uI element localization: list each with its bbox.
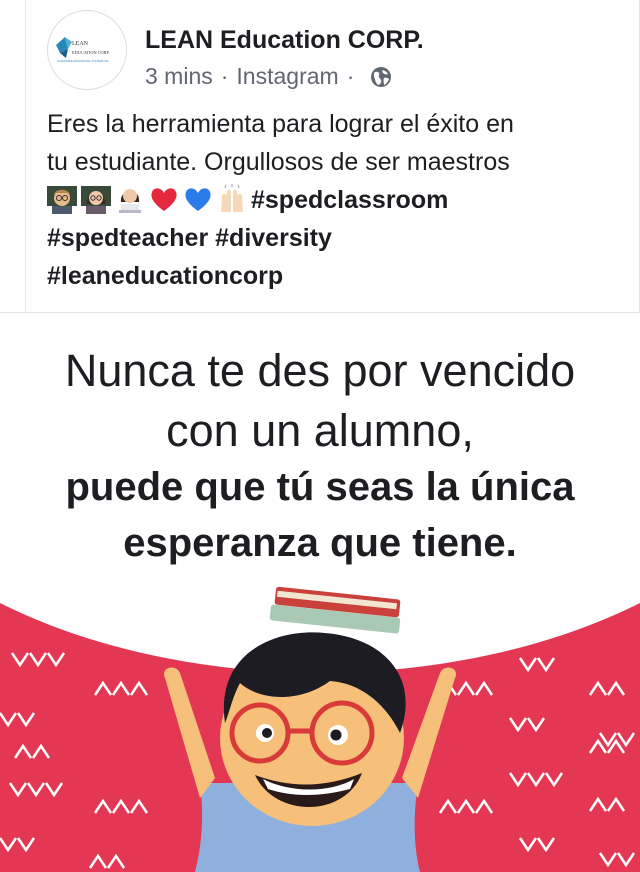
post-header: LEAN EDUCATION CORP ACCESSIBLE EDUCATION…	[47, 10, 627, 90]
post-text-line2: tu estudiante. Orgullosos de ser maestro…	[47, 148, 510, 176]
post-source: Instagram	[236, 63, 339, 89]
hashtag-leaneducationcorp[interactable]: #leaneducationcorp	[47, 262, 283, 290]
avatar-line2: EDUCATION CORP	[72, 50, 109, 55]
teacher-icon	[47, 186, 77, 214]
quote-line4: esperanza que tiene.	[123, 521, 517, 565]
feed-border-left	[25, 0, 26, 312]
woman-technologist-icon	[119, 189, 141, 213]
avatar[interactable]: LEAN EDUCATION CORP ACCESSIBLE EDUCATION…	[47, 10, 127, 90]
quote-line3: puede que tú seas la única	[65, 465, 575, 509]
post-text-line3: #spedclassroom	[47, 181, 607, 219]
raising-hands-icon	[221, 184, 243, 212]
quote-line1: Nunca te des por vencido	[64, 345, 576, 396]
meta-separator-2: ·	[346, 63, 355, 89]
post-text-line4: #spedteacher #diversity	[47, 219, 607, 257]
post-image[interactable]: Nunca te des por vencido con un alumno, …	[0, 313, 640, 872]
globe-icon	[371, 66, 392, 87]
blue-heart-icon	[185, 188, 211, 211]
post-meta: 3 mins · Instagram ·	[145, 63, 392, 90]
meta-separator: ·	[220, 63, 229, 89]
hashtag-spedclassroom[interactable]: #spedclassroom	[251, 186, 448, 214]
boy-with-books-illustration	[0, 586, 640, 872]
post-text-line5: #leaneducationcorp	[47, 257, 607, 295]
avatar-line3: ACCESSIBLE EDUCATIONAL SYSTEMS INC	[57, 60, 109, 63]
lean-logo-icon: LEAN EDUCATION CORP ACCESSIBLE EDUCATION…	[49, 12, 125, 88]
post-text-line1: Eres la herramienta para lograr el éxito…	[47, 110, 514, 138]
woman-teacher-icon	[81, 186, 111, 214]
page-name[interactable]: LEAN Education CORP.	[145, 26, 424, 55]
red-heart-icon	[151, 188, 177, 211]
hashtag-spedteacher[interactable]: #spedteacher	[47, 224, 208, 252]
post-time[interactable]: 3 mins	[145, 63, 213, 90]
post-text: Eres la herramienta para lograr el éxito…	[47, 105, 607, 295]
quote-line2: con un alumno,	[166, 405, 474, 456]
avatar-line1: LEAN	[72, 41, 89, 47]
hashtag-diversity[interactable]: #diversity	[215, 224, 332, 252]
